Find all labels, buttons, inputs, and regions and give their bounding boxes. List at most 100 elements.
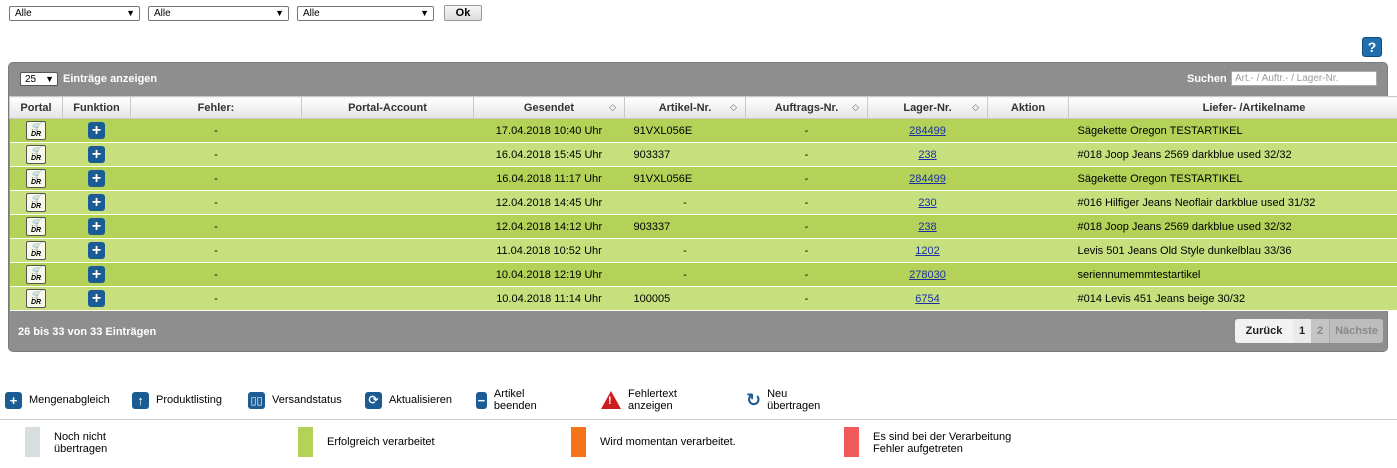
panel-footer: 26 bis 33 von 33 Einträgen Zurück 1 2 Nä… [9,310,1387,353]
cell-funktion: + [62,214,131,239]
plus-icon[interactable]: + [88,290,105,307]
column-header-fehler[interactable]: Fehler: [130,96,302,119]
cell-portal-account [301,166,474,191]
lager-nr-link[interactable]: 6754 [915,293,939,305]
lager-nr-link[interactable]: 278030 [909,269,946,281]
cell-artikel-nr: 100005 [624,286,746,311]
portal-cart-icon[interactable]: 🛒 DR [26,121,46,140]
column-header-artikelname[interactable]: Liefer- /Artikelname [1068,96,1397,119]
plus-icon[interactable]: + [88,122,105,139]
cell-artikel-nr: 903337 [624,142,746,167]
search-input[interactable]: Art.- / Auftr.- / Lager-Nr. [1231,71,1377,86]
status-label: Noch nicht übertragen [54,431,108,455]
cell-artikel-nr: - [624,190,746,215]
plus-icon[interactable]: + [88,218,105,235]
portal-cart-icon[interactable]: 🛒 DR [26,169,46,188]
column-header-portal-account[interactable]: Portal-Account [301,96,474,119]
cell-gesendet: 11.04.2018 10:52 Uhr [473,238,625,263]
cell-portal: 🛒 DR [9,238,63,263]
filter-bar: Alle ▼ Alle ▼ Alle ▼ Ok [9,5,482,21]
minus-icon: − [476,391,487,409]
cell-portal-account [301,118,474,143]
plus-icon[interactable]: + [88,242,105,259]
page-length-select[interactable]: 25 ▼ [20,72,58,86]
column-header-lager-nr[interactable]: Lager-Nr. ◇ [867,96,988,119]
legend-label: Versandstatus [272,394,342,406]
cell-fehler: - [130,142,302,167]
plus-icon[interactable]: + [88,146,105,163]
portal-cart-icon[interactable]: 🛒 DR [26,217,46,236]
filter-select-1[interactable]: Alle ▼ [9,5,140,21]
legend-artikel-beenden[interactable]: − Artikel beenden [476,388,543,412]
portal-cart-icon[interactable]: 🛒 DR [26,241,46,260]
cell-funktion: + [62,166,131,191]
cell-lager-nr: 278030 [867,262,988,287]
legend-versandstatus[interactable]: ▯▯ Versandstatus [248,390,342,410]
plus-icon: + [5,391,22,409]
lager-nr-link[interactable]: 1202 [915,245,939,257]
lager-nr-link[interactable]: 238 [918,221,936,233]
pagination: Zurück 1 2 Nächste [1235,319,1383,343]
cell-gesendet: 10.04.2018 11:14 Uhr [473,286,625,311]
lager-nr-link[interactable]: 230 [918,197,936,209]
filter-select-2[interactable]: Alle ▼ [148,5,289,21]
sort-icon: ◇ [852,102,859,112]
legend-label: Neu übertragen [767,388,821,412]
sort-icon: ◇ [730,102,737,112]
column-header-funktion[interactable]: Funktion [62,96,131,119]
table-info: 26 bis 33 von 33 Einträgen [18,326,157,338]
legend-produktlisting[interactable]: ↑ Produktlisting [132,390,222,410]
cell-portal-account [301,262,474,287]
column-header-artikel-nr[interactable]: Artikel-Nr. ◇ [624,96,746,119]
cell-funktion: + [62,142,131,167]
table-row: 🛒 DR + -16.04.2018 15:45 Uhr 903337-238 #018 … [9,142,1397,167]
column-header-auftrags-nr[interactable]: Auftrags-Nr. ◇ [745,96,868,119]
plus-icon[interactable]: + [88,266,105,283]
status-swatch [298,427,313,457]
status-swatch [571,427,586,457]
legend-neu-uebertragen[interactable]: ↻ Neu übertragen [745,388,821,412]
cell-funktion: + [62,118,131,143]
cell-auftrags-nr: - [745,190,868,215]
filter-select-3[interactable]: Alle ▼ [297,5,434,21]
column-header-aktion[interactable]: Aktion [987,96,1069,119]
column-header-portal[interactable]: Portal [9,96,63,119]
cell-artikel-nr: 91VXL056E [624,166,746,191]
pagination-previous-button[interactable]: Zurück [1235,319,1293,343]
portal-cart-icon[interactable]: 🛒 DR [26,265,46,284]
book-icon: ▯▯ [248,391,265,409]
status-not-transferred: Noch nicht übertragen [25,427,107,457]
ok-button[interactable]: Ok [444,5,482,21]
plus-icon[interactable]: + [88,170,105,187]
portal-cart-icon[interactable]: 🛒 DR [26,145,46,164]
portal-cart-icon[interactable]: 🛒 DR [26,193,46,212]
pagination-page-1[interactable]: 1 [1293,319,1311,343]
pagination-page-2[interactable]: 2 [1311,319,1329,343]
cell-artikel-nr: - [624,262,746,287]
portal-cart-icon[interactable]: 🛒 DR [26,289,46,308]
status-label: Wird momentan verarbeitet. [600,436,736,448]
plus-icon[interactable]: + [88,194,105,211]
cell-aktion [987,214,1069,239]
lager-nr-link[interactable]: 284499 [909,173,946,185]
help-icon[interactable]: ? [1362,37,1382,57]
legend-mengenabgleich[interactable]: + Mengenabgleich [5,390,110,410]
lager-nr-link[interactable]: 284499 [909,125,946,137]
page-length-label: Einträge anzeigen [63,73,158,85]
cell-aktion [987,166,1069,191]
pagination-next-button[interactable]: Nächste [1329,319,1383,343]
lager-nr-link[interactable]: 238 [918,149,936,161]
column-header-gesendet[interactable]: Gesendet ◇ [473,96,625,119]
legend-fehlertext[interactable]: ! Fehlertext anzeigen [601,388,677,412]
cell-aktion [987,118,1069,143]
cell-funktion: + [62,286,131,311]
cell-artikelname: Sägekette Oregon TESTARTIKEL [1068,166,1397,191]
status-success: Erfolgreich verarbeitet [298,427,435,457]
table-row: 🛒 DR + -10.04.2018 12:19 Uhr - -278030 serienn… [9,262,1397,287]
cell-artikelname: #016 Hilfiger Jeans Neoflair darkblue us… [1068,190,1397,215]
filter-select-1-value: Alle [15,7,32,19]
table-row: 🛒 DR + -16.04.2018 11:17 Uhr 91VXL056E -28449… [9,166,1397,191]
cell-artikel-nr: 91VXL056E [624,118,746,143]
legend-aktualisieren[interactable]: ⟳ Aktualisieren [365,390,452,410]
cell-auftrags-nr: - [745,286,868,311]
